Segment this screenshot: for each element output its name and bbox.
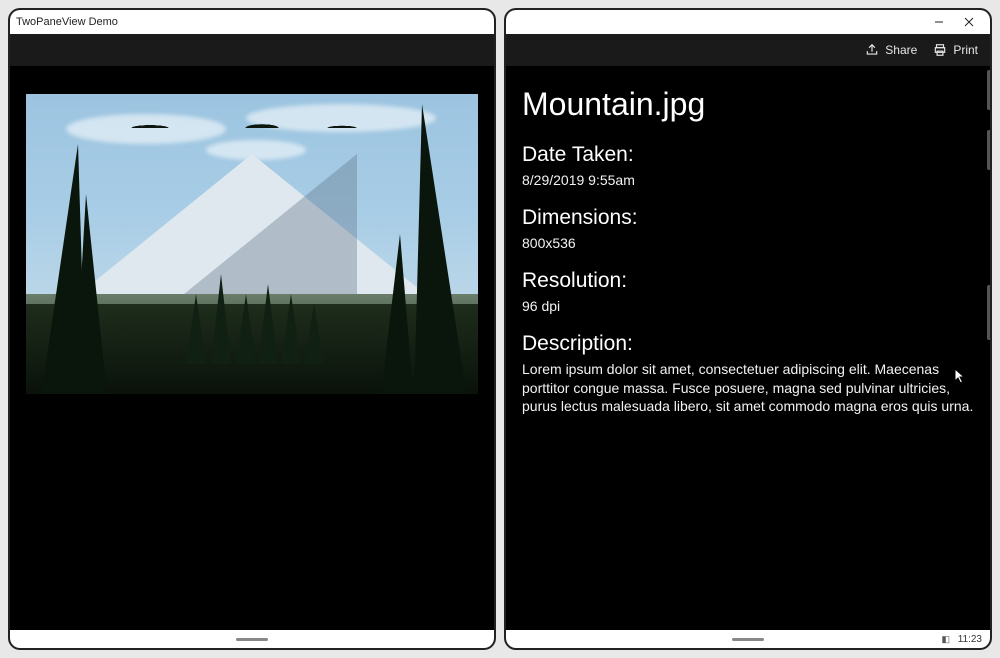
taskbar-clock: 11:23	[958, 634, 982, 645]
share-button[interactable]: Share	[865, 43, 917, 57]
print-label: Print	[953, 43, 978, 57]
right-titlebar	[506, 10, 990, 34]
mountain-photo	[26, 94, 478, 394]
dimensions-value: 800x536	[522, 234, 974, 253]
close-button[interactable]	[954, 12, 984, 32]
details-panel: Mountain.jpg Date Taken: 8/29/2019 9:55a…	[506, 66, 990, 630]
drag-handle-icon[interactable]	[732, 638, 764, 641]
edge-tab	[987, 130, 992, 170]
left-titlebar: TwoPaneView Demo	[10, 10, 494, 34]
left-taskbar[interactable]	[10, 630, 494, 648]
field-resolution: Resolution: 96 dpi	[522, 269, 974, 316]
description-value: Lorem ipsum dolor sit amet, consectetuer…	[522, 360, 974, 417]
window-title: TwoPaneView Demo	[16, 16, 118, 28]
left-pane: TwoPaneView Demo	[8, 8, 496, 650]
edge-tab	[987, 285, 992, 340]
field-description: Description: Lorem ipsum dolor sit amet,…	[522, 332, 974, 417]
print-button[interactable]: Print	[933, 43, 978, 57]
resolution-label: Resolution:	[522, 269, 974, 293]
image-viewport	[10, 66, 494, 630]
file-title: Mountain.jpg	[522, 86, 974, 123]
resolution-value: 96 dpi	[522, 297, 974, 316]
description-label: Description:	[522, 332, 974, 356]
date-label: Date Taken:	[522, 143, 974, 167]
drag-handle-icon[interactable]	[236, 638, 268, 641]
right-toolbar: Share Print	[506, 34, 990, 66]
left-toolbar-empty	[10, 34, 494, 66]
dual-pane-surface: TwoPaneView Demo	[8, 8, 992, 650]
edge-tab	[987, 70, 992, 110]
tray-icon[interactable]: ◧	[941, 634, 950, 645]
date-value: 8/29/2019 9:55am	[522, 171, 974, 190]
field-dimensions: Dimensions: 800x536	[522, 206, 974, 253]
minimize-button[interactable]	[924, 12, 954, 32]
share-icon	[865, 43, 879, 57]
right-taskbar[interactable]: ◧ 11:23	[506, 630, 990, 648]
right-pane: Share Print Mountain.jpg Date Taken: 8/2…	[504, 8, 992, 650]
field-date: Date Taken: 8/29/2019 9:55am	[522, 143, 974, 190]
share-label: Share	[885, 43, 917, 57]
dimensions-label: Dimensions:	[522, 206, 974, 230]
print-icon	[933, 43, 947, 57]
